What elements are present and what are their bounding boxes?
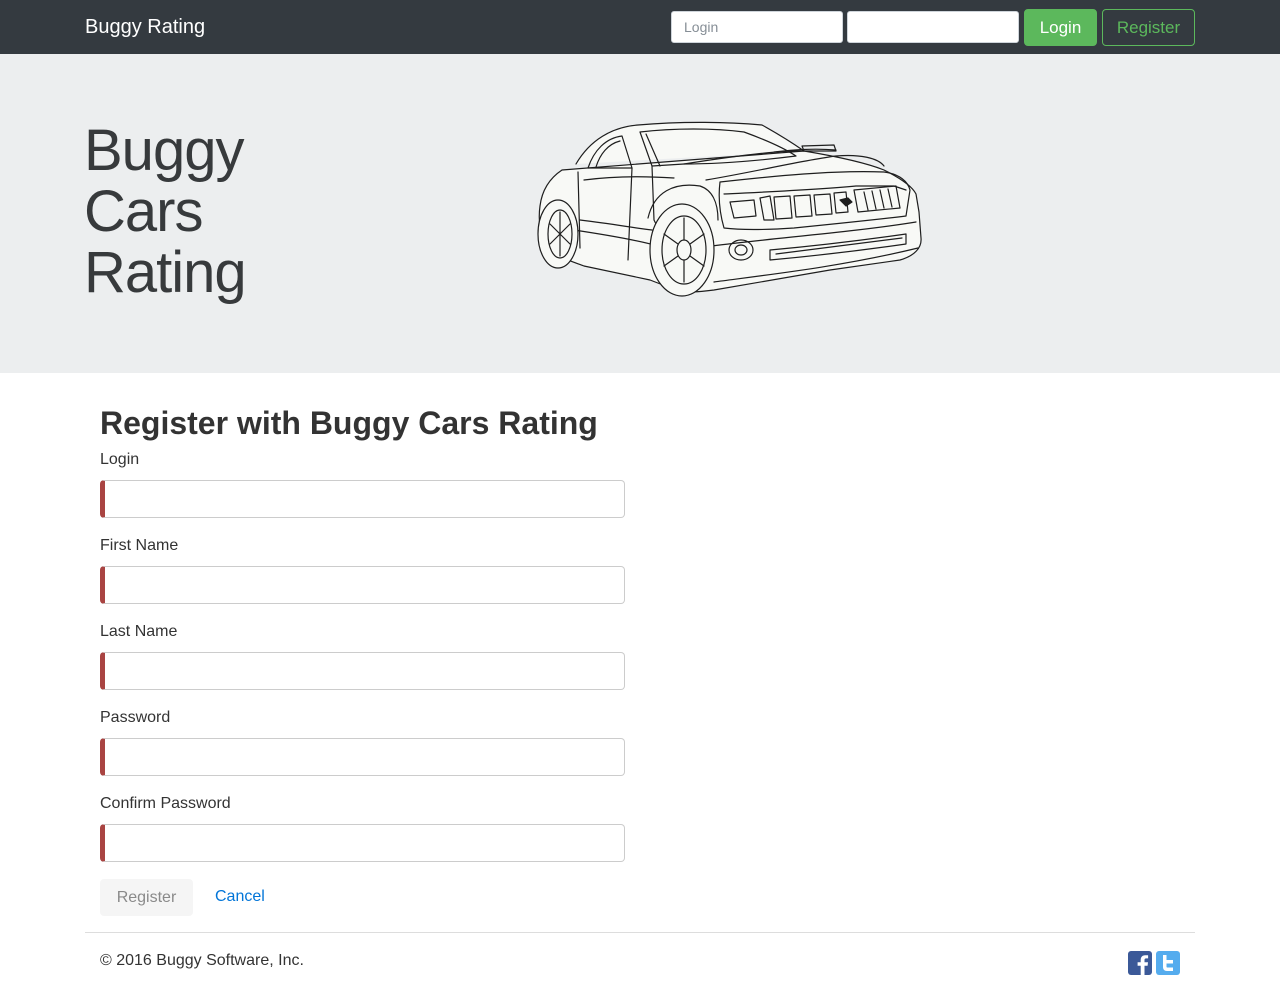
twitter-glyph-icon <box>1163 955 1173 971</box>
confirm-password-field[interactable] <box>100 824 625 862</box>
register-submit-button[interactable]: Register <box>100 879 193 916</box>
top-navbar: Buggy Rating Login Register <box>0 0 1280 54</box>
hero-title-line: Rating <box>84 240 247 305</box>
hero-title: Buggy Cars Rating <box>84 118 247 305</box>
navbar-login-button[interactable]: Login <box>1024 9 1097 46</box>
login-field[interactable] <box>100 480 625 518</box>
hero-banner: Buggy Cars Rating <box>0 54 1280 373</box>
navbar-login-input[interactable] <box>671 11 843 43</box>
password-field[interactable] <box>100 738 625 776</box>
last-name-field[interactable] <box>100 652 625 690</box>
car-image <box>537 121 922 297</box>
facebook-icon[interactable] <box>1128 951 1152 975</box>
first-name-field[interactable] <box>100 566 625 604</box>
navbar-register-button[interactable]: Register <box>1102 9 1195 46</box>
password-label: Password <box>100 709 171 726</box>
form-title: Register with Buggy Cars Rating <box>100 405 598 441</box>
first-name-label: First Name <box>100 537 179 554</box>
copyright-text: © 2016 Buggy Software, Inc. <box>100 952 304 969</box>
brand-link[interactable]: Buggy Rating <box>85 14 205 40</box>
hero-title-line: Cars <box>84 179 203 244</box>
twitter-icon[interactable] <box>1156 951 1180 975</box>
navbar-password-input[interactable] <box>847 11 1019 43</box>
confirm-password-label: Confirm Password <box>100 795 231 812</box>
last-name-label: Last Name <box>100 623 178 640</box>
login-label: Login <box>100 451 140 468</box>
hero-title-line: Buggy <box>84 118 244 183</box>
facebook-glyph-icon <box>1137 955 1149 975</box>
cancel-link[interactable]: Cancel <box>215 887 265 907</box>
footer-divider <box>85 932 1195 933</box>
